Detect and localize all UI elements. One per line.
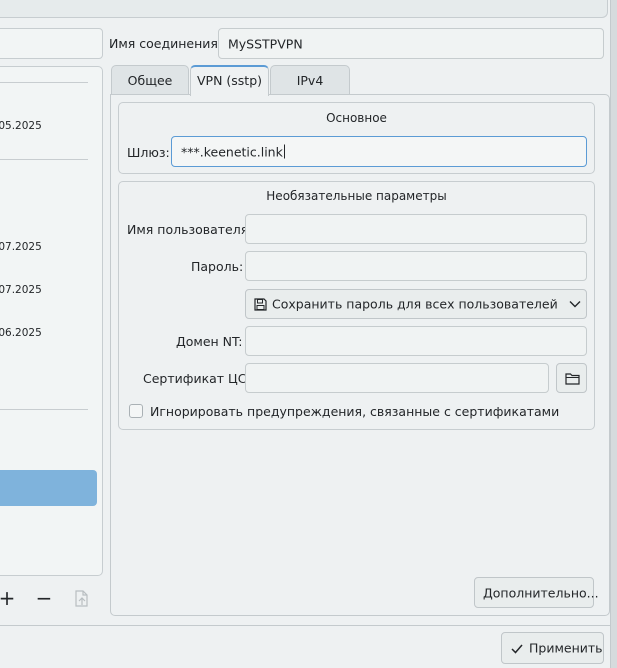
remove-connection-button[interactable]: − [33,588,55,608]
list-item-date: .07.2025 [0,284,42,296]
gateway-label: Шлюз: [127,145,170,160]
advanced-button-label: Дополнительно... [483,585,599,600]
apply-button[interactable]: Применить [501,632,604,664]
tab-vpn-sstp-label: VPN (sstp) [196,73,263,88]
username-label: Имя пользователя: [127,222,253,237]
bottom-separator [0,625,610,626]
list-item-date: .05.2025 [0,120,42,132]
connection-search-input[interactable] [0,28,103,59]
export-connection-button[interactable] [72,589,90,609]
nt-domain-label: Домен NT: [176,334,243,349]
gateway-value-wrapper: ***.keenetic.link [181,144,285,159]
advanced-button[interactable]: Дополнительно... [474,577,599,608]
tab-vpn-sstp[interactable]: VPN (sstp) [190,65,269,96]
gateway-input[interactable]: ***.keenetic.link [171,136,587,167]
connection-name-value: MySSTPVPN [228,36,303,51]
add-connection-button[interactable]: + [0,588,18,608]
username-input[interactable] [245,214,587,244]
folder-icon [565,373,580,385]
tab-ipv4[interactable]: IPv4 [270,65,350,95]
checkmark-icon [511,644,523,654]
list-separator [0,82,88,83]
list-separator [0,409,88,410]
password-storage-value: Сохранить пароль для всех пользователей … [272,296,558,312]
list-item-date: .06.2025 [0,327,42,339]
ca-cert-input[interactable] [245,363,549,393]
text-cursor [283,144,285,158]
save-icon [254,298,267,311]
window-top-panel [0,0,608,18]
ca-cert-label: Сертификат ЦС: [143,371,251,386]
chevron-down-icon [569,301,581,308]
apply-button-label: Применить [529,640,603,656]
plus-icon: + [0,586,16,610]
basic-group-title: Основное [326,111,387,125]
password-input[interactable] [245,251,587,281]
tab-general[interactable]: Общее [111,65,189,95]
password-storage-select[interactable]: Сохранить пароль для всех пользователей … [245,289,587,319]
tab-general-label: Общее [127,73,173,88]
window-right-edge [610,0,617,668]
list-item-date: .07.2025 [0,241,42,253]
export-file-icon [75,590,88,607]
gateway-value: ***.keenetic.link [181,144,283,159]
optional-group-title: Необязательные параметры [266,189,447,203]
tab-ipv4-label: IPv4 [296,73,324,88]
minus-icon: − [35,586,53,610]
connection-name-field[interactable]: MySSTPVPN [218,28,604,59]
password-label: Пароль: [191,259,244,274]
ignore-cert-warnings-checkbox[interactable] [129,404,143,418]
ignore-cert-warnings-label[interactable]: Игнорировать предупреждения, связанные с… [150,404,559,419]
nt-domain-input[interactable] [245,326,587,356]
selected-connection-row[interactable] [0,470,97,506]
browse-cert-button[interactable] [556,363,587,393]
list-separator [0,159,88,160]
connection-name-label: Имя соединения: [109,36,223,51]
